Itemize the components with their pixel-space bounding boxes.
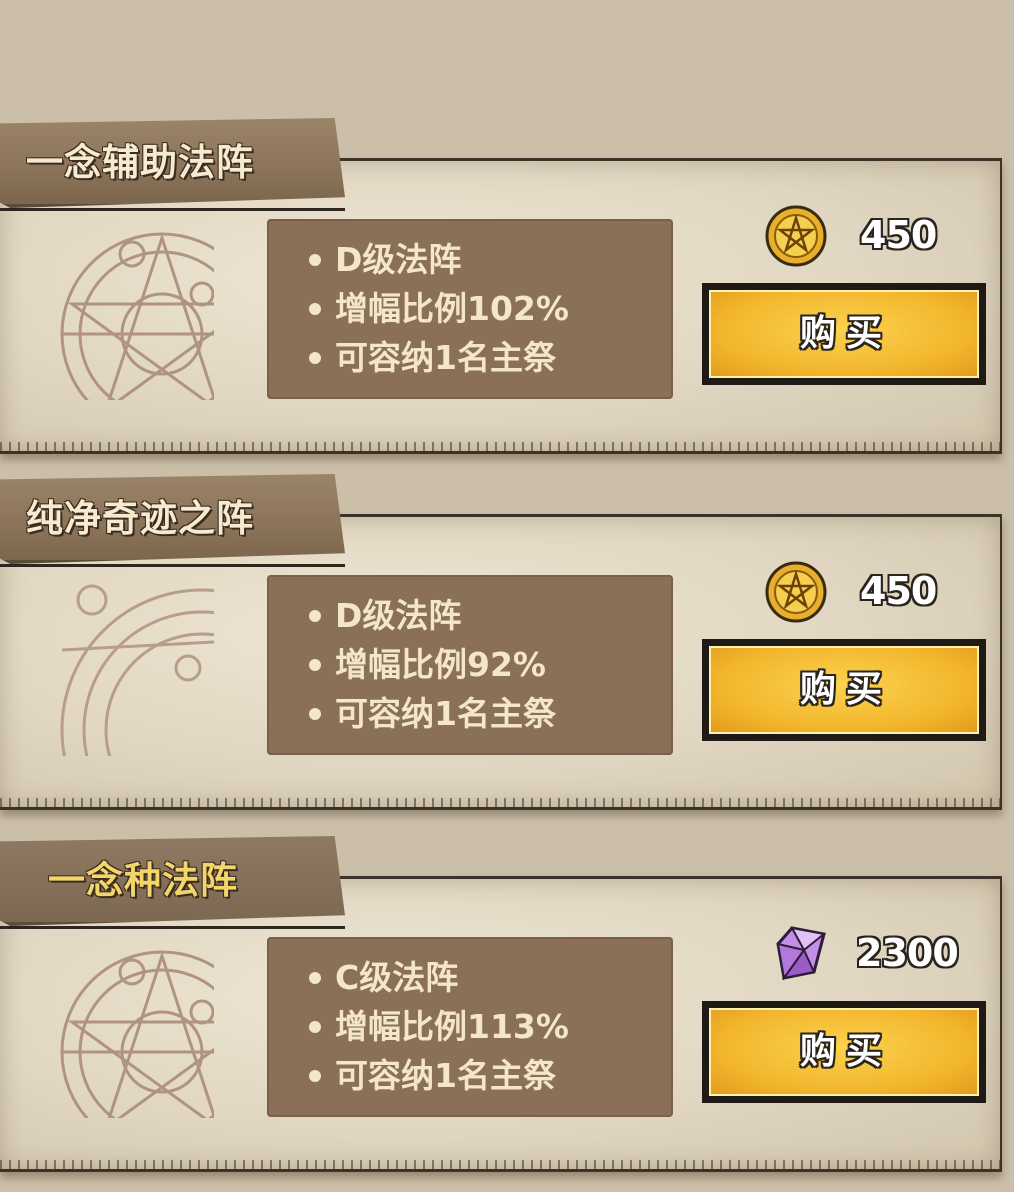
formation-name: 一念辅助法阵 [26,141,254,184]
formation-name: 纯净奇迹之阵 [26,497,254,540]
magic-circle-image [52,580,214,756]
price-value: 450 [860,569,937,613]
feature-item: 可容纳1名主祭 [309,689,673,738]
gold-coin-icon [764,560,828,624]
buy-button-label: 购买 [799,669,892,710]
buy-button[interactable]: 购买 [702,283,986,385]
feature-item: D级法阵 [309,235,673,284]
feature-box: C级法阵 增幅比例113% 可容纳1名主祭 [267,937,673,1117]
buy-button[interactable]: 购买 [702,639,986,741]
shop-item-card: 纯净奇迹之阵 D级法阵 增幅比例92% 可容纳1名主祭 450 购买 [0,474,1014,830]
price-value: 450 [860,213,937,257]
price-value: 2300 [856,931,959,975]
formation-name: 一念种法阵 [48,859,238,902]
price-tag: 2300 [770,920,970,986]
feature-item: 增幅比例102% [309,284,673,333]
price-tag: 450 [764,558,964,624]
buy-button[interactable]: 购买 [702,1001,986,1103]
feature-item: 可容纳1名主祭 [309,1051,673,1100]
magic-circle-image [52,942,214,1118]
price-tag: 450 [764,202,964,268]
feature-box: D级法阵 增幅比例92% 可容纳1名主祭 [267,575,673,755]
feature-item: D级法阵 [309,591,673,640]
gold-coin-icon [764,204,828,268]
buy-button-label: 购买 [799,1031,892,1072]
feature-item: 可容纳1名主祭 [309,333,673,382]
purple-crystal-icon [770,922,834,986]
formation-shop-list: 一念辅助法阵 D级法阵 增幅比例102% 可容纳1名主祭 450 购买 纯净奇迹… [0,0,1014,1172]
buy-button-label: 购买 [799,313,892,354]
feature-box: D级法阵 增幅比例102% 可容纳1名主祭 [267,219,673,399]
feature-item: C级法阵 [309,953,673,1002]
feature-item: 增幅比例92% [309,640,673,689]
shop-item-card: 一念种法阵 C级法阵 增幅比例113% 可容纳1名主祭 2300 购买 [0,836,1014,1192]
shop-item-card: 一念辅助法阵 D级法阵 增幅比例102% 可容纳1名主祭 450 购买 [0,118,1014,474]
feature-item: 增幅比例113% [309,1002,673,1051]
magic-circle-image [52,224,214,400]
